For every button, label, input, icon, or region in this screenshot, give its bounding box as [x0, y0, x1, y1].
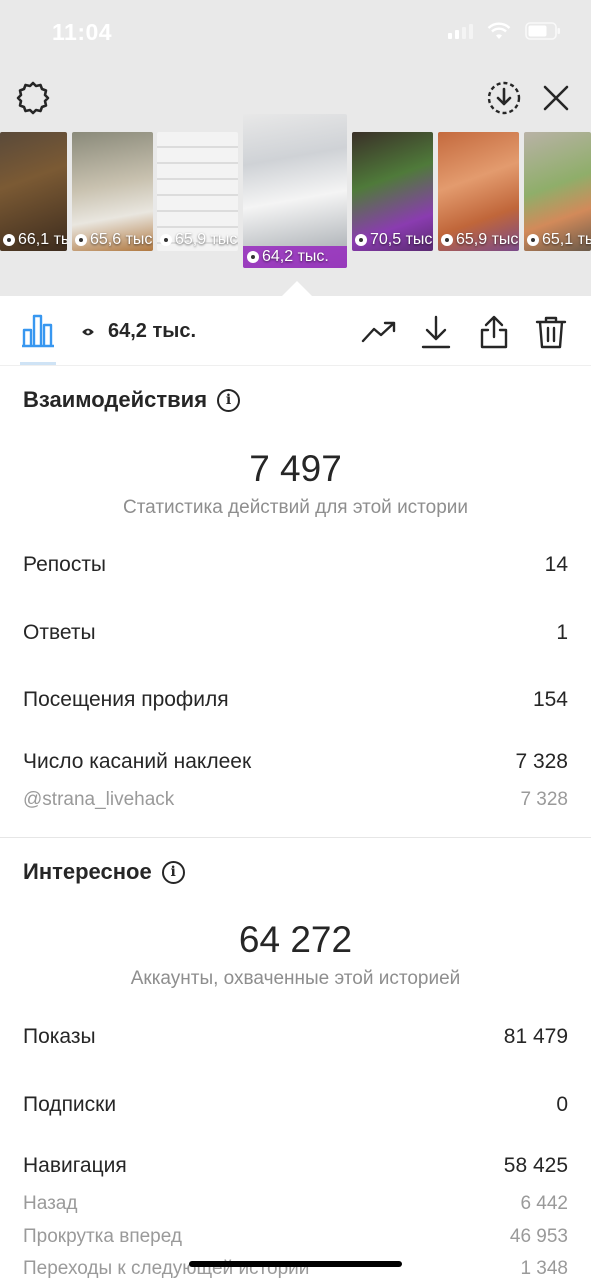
story-views-count: 64,2 тыс.	[108, 320, 197, 342]
info-icon[interactable]: i	[217, 388, 241, 412]
story-thumbnail[interactable]: 65,9 тыс.	[157, 132, 238, 251]
eye-icon	[247, 251, 259, 263]
bar-chart-icon	[22, 314, 54, 348]
stat-sub-row: @strana_livehack 7 328	[23, 789, 568, 811]
stat-value: 14	[544, 553, 568, 576]
eye-icon	[355, 234, 367, 246]
battery-icon	[525, 22, 561, 40]
discovery-title: Интересное i	[23, 859, 185, 885]
stat-value: 6 442	[520, 1193, 568, 1214]
download-icon	[421, 315, 451, 349]
story-thumbnail[interactable]: 65,9 тыс.	[438, 132, 519, 251]
info-icon[interactable]: i	[161, 860, 185, 884]
wifi-icon	[487, 22, 511, 40]
status-time: 11:04	[52, 19, 113, 45]
delete-button[interactable]	[533, 314, 569, 350]
stat-value: 0	[556, 1093, 568, 1116]
share-icon	[480, 315, 508, 349]
stat-row: Репосты 14	[23, 553, 568, 577]
stat-label: Подписки	[23, 1093, 117, 1116]
download-button[interactable]	[418, 314, 454, 350]
stat-row: Навигация 58 425	[23, 1154, 568, 1178]
eye-icon	[527, 234, 539, 246]
stat-label: Назад	[23, 1193, 78, 1214]
stat-row: Подписки 0	[23, 1093, 568, 1117]
close-button[interactable]	[536, 78, 576, 118]
signal-icon	[448, 23, 473, 39]
share-button[interactable]	[476, 314, 512, 350]
discovery-caption: Аккаунты, охваченные этой историей	[130, 968, 461, 989]
story-thumbnail[interactable]: 70,5 тыс.	[352, 132, 433, 251]
story-thumbnail[interactable]: 65,1 тыс.	[524, 132, 591, 251]
stat-sub-row: Прокрутка вперед 46 953	[23, 1226, 568, 1248]
trash-icon	[535, 316, 567, 349]
interactions-title: Взаимодействия i	[23, 387, 241, 413]
stat-value: 1 348	[520, 1258, 568, 1279]
interactions-caption: Статистика действий для этой истории	[122, 497, 469, 518]
story-thumbnail-selected[interactable]: 64,2 тыс.	[243, 114, 347, 268]
story-preview-area: 11:04 66,1 тыс.	[0, 0, 591, 296]
stat-row: Посещения профиля 154	[23, 688, 568, 712]
stat-label: Показы	[23, 1025, 96, 1048]
stat-label: Число касаний наклеек	[23, 750, 252, 773]
stat-label: Навигация	[23, 1154, 127, 1177]
stat-row: Ответы 1	[23, 621, 568, 645]
settings-button[interactable]	[13, 78, 53, 118]
status-bar: 11:04	[0, 0, 591, 64]
stat-value: 7 328	[520, 789, 568, 810]
eye-icon	[441, 234, 453, 246]
gear-icon	[16, 81, 50, 115]
story-thumbnail[interactable]: 65,6 тыс.	[72, 132, 153, 251]
discovery-total: 64 272	[238, 919, 353, 960]
stat-value: 7 328	[515, 750, 568, 773]
eye-icon	[160, 234, 172, 246]
stat-value: 58 425	[503, 1154, 568, 1177]
section-divider	[0, 837, 591, 838]
trending-up-icon	[361, 321, 396, 343]
stat-value: 81 479	[503, 1025, 568, 1048]
story-thumbnails: 66,1 тыс. 65,6 тыс. 65,9 тыс. 64,2 тыс. …	[0, 114, 591, 274]
stat-label: Репосты	[23, 553, 107, 576]
save-story-button[interactable]	[484, 78, 524, 118]
stat-label: Ответы	[23, 621, 96, 644]
eye-icon	[82, 328, 94, 335]
eye-icon	[75, 234, 87, 246]
interactions-total: 7 497	[249, 448, 342, 489]
stat-row: Число касаний наклеек 7 328	[23, 750, 568, 774]
story-thumbnail[interactable]: 66,1 тыс.	[0, 132, 67, 251]
stat-label: Прокрутка вперед	[23, 1226, 182, 1247]
eye-icon	[3, 234, 15, 246]
status-icons	[448, 22, 561, 40]
story-views: 64,2 тыс.	[80, 320, 196, 343]
download-circle-icon	[487, 81, 521, 115]
selected-pointer	[282, 281, 312, 296]
insights-tab[interactable]	[20, 312, 56, 353]
home-indicator[interactable]	[189, 1261, 402, 1267]
stat-value: 1	[556, 621, 568, 644]
stat-value: 154	[532, 688, 568, 711]
stat-label: Посещения профиля	[23, 688, 229, 711]
active-tab-indicator	[20, 362, 56, 365]
close-icon	[543, 85, 569, 111]
promote-button[interactable]	[361, 314, 397, 350]
stat-value: 46 953	[509, 1226, 568, 1247]
stat-sub-row: Назад 6 442	[23, 1193, 568, 1215]
stat-row: Показы 81 479	[23, 1025, 568, 1049]
mention-link[interactable]: @strana_livehack	[23, 789, 174, 811]
insights-toolbar: 64,2 тыс.	[0, 296, 591, 366]
